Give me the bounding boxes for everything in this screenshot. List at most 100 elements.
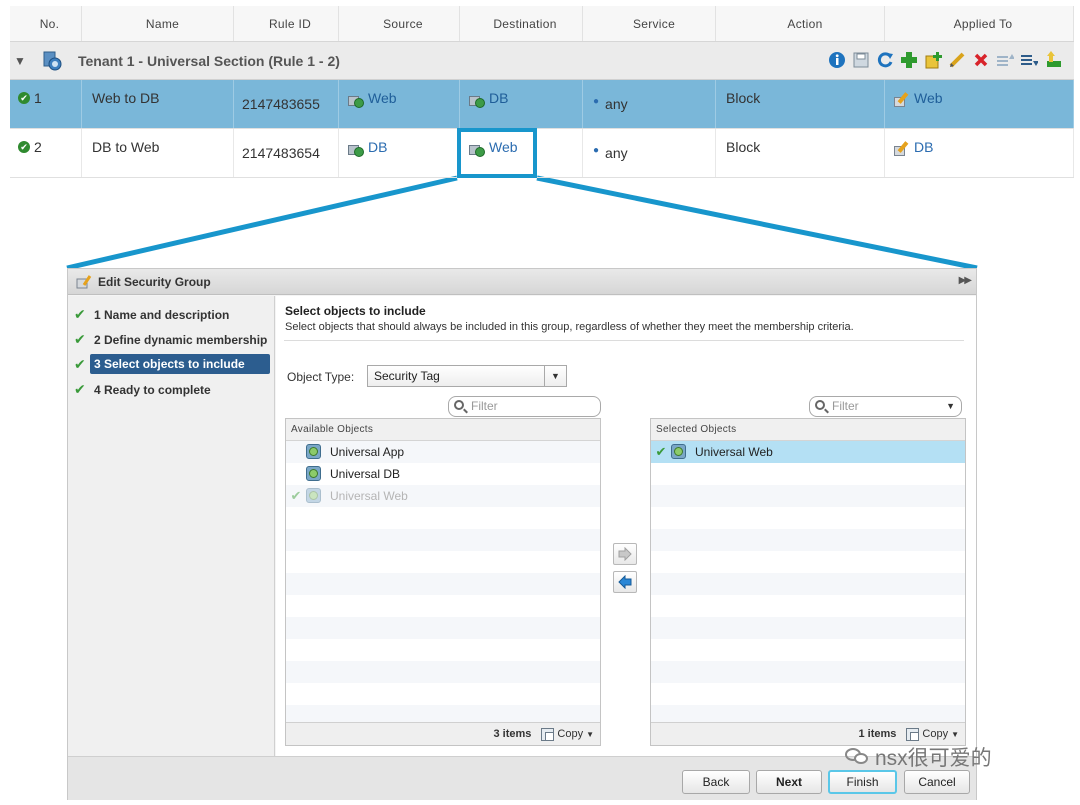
step-label: 1 Name and description (94, 307, 230, 322)
list-rows: ✔ Universal Web (651, 441, 965, 727)
publish-icon[interactable] (1044, 51, 1062, 69)
object-type-select[interactable]: Security Tag ▼ (367, 365, 567, 387)
move-down-icon[interactable] (1020, 51, 1038, 69)
row-no-text: 2 (34, 139, 42, 155)
check-icon: ✔ (74, 306, 86, 322)
copy-button[interactable]: Copy ▼ (906, 727, 959, 741)
bullet-icon: ● (593, 96, 600, 107)
step-name-description[interactable]: ✔ 1 Name and description (68, 302, 274, 327)
enabled-check-icon[interactable]: ✔ (18, 141, 30, 153)
section-title: Tenant 1 - Universal Section (Rule 1 - 2… (78, 52, 340, 69)
service-text: any (605, 145, 628, 161)
destination-link[interactable]: DB (489, 90, 508, 106)
security-group-icon (347, 92, 365, 108)
add-to-selected-button[interactable] (613, 543, 637, 565)
item-count: 1 items (858, 728, 897, 740)
watermark-text: nsx很可爱的 (875, 747, 992, 770)
row-source[interactable]: Web (339, 80, 460, 128)
row-rule-id: 2147483654 (234, 129, 339, 177)
arrow-left-icon (618, 575, 632, 589)
refresh-icon[interactable] (876, 51, 894, 69)
copy-icon (541, 727, 555, 741)
section-header[interactable]: ▼ Tenant 1 - Universal Section (Rule 1 -… (10, 42, 1074, 80)
arrow-right-icon (618, 547, 632, 561)
security-group-icon (347, 141, 365, 157)
row-name[interactable]: Web to DB (82, 80, 234, 128)
collapse-icon[interactable]: ▶▶ (959, 275, 972, 286)
available-filter-input[interactable]: Filter (448, 396, 601, 417)
header-destination[interactable]: Destination (460, 6, 583, 41)
back-button[interactable]: Back (682, 770, 750, 794)
search-icon (454, 400, 464, 410)
source-link[interactable]: Web (368, 90, 397, 106)
filter-placeholder: Filter (471, 399, 498, 413)
chevron-down-icon[interactable]: ▼ (544, 366, 566, 386)
wizard-footer: Back Next Finish Cancel (68, 756, 976, 800)
copy-button[interactable]: Copy ▼ (541, 727, 594, 741)
row-action[interactable]: Block (716, 80, 885, 128)
chevron-down-icon[interactable]: ▼ (946, 397, 955, 416)
security-group-icon (468, 92, 486, 108)
save-icon[interactable] (852, 51, 870, 69)
selected-filter-input[interactable]: Filter ▼ (809, 396, 962, 417)
row-no-text: 1 (34, 90, 42, 106)
list-rows: Universal App Universal DB ✔ Universal We… (286, 441, 600, 727)
list-item[interactable]: Universal DB (286, 463, 600, 485)
move-up-icon[interactable] (996, 51, 1014, 69)
cancel-button[interactable]: Cancel (904, 770, 970, 794)
collapse-triangle-icon[interactable]: ▼ (14, 54, 26, 68)
header-name[interactable]: Name (82, 6, 234, 41)
info-icon[interactable] (828, 51, 846, 69)
item-label: Universal Web (330, 489, 408, 503)
list-item[interactable]: ✔ Universal Web (651, 441, 965, 463)
edit-group-icon (76, 274, 92, 289)
edit-icon[interactable] (948, 51, 966, 69)
remove-from-selected-button[interactable] (613, 571, 637, 593)
row-applied-to[interactable]: DB (885, 129, 1074, 177)
row-applied-to[interactable]: Web (885, 80, 1074, 128)
source-link[interactable]: DB (368, 139, 387, 155)
row-service[interactable]: ● any (583, 129, 716, 177)
item-label: Universal Web (695, 445, 773, 459)
row-name[interactable]: DB to Web (82, 129, 234, 177)
firewall-rules-table: No. Name Rule ID Source Destination Serv… (10, 6, 1074, 178)
table-row[interactable]: ✔ 2 DB to Web 2147483654 DB Web ● any Bloc… (10, 129, 1074, 178)
row-destination[interactable]: DB (460, 80, 583, 128)
search-icon (815, 400, 825, 410)
enabled-check-icon[interactable]: ✔ (18, 92, 30, 104)
add-section-icon[interactable] (924, 51, 942, 69)
header-applied-to[interactable]: Applied To (885, 6, 1074, 41)
row-source[interactable]: DB (339, 129, 460, 177)
header-source[interactable]: Source (339, 6, 460, 41)
table-row[interactable]: ✔ 1 Web to DB 2147483655 Web DB ● any Bloc… (10, 80, 1074, 129)
edit-security-group-wizard: Edit Security Group ▶▶ ✔ 1 Name and descr… (67, 268, 977, 800)
add-icon[interactable] (900, 51, 918, 69)
selected-objects-header: Selected Objects (651, 419, 965, 441)
service-text: any (605, 96, 628, 112)
row-service[interactable]: ● any (583, 80, 716, 128)
step-label: 4 Ready to complete (94, 382, 211, 397)
header-service[interactable]: Service (583, 6, 716, 41)
header-no[interactable]: No. (10, 6, 82, 41)
list-item[interactable]: Universal App (286, 441, 600, 463)
step-ready-to-complete[interactable]: ✔ 4 Ready to complete (68, 377, 274, 402)
applied-to-link[interactable]: Web (914, 90, 943, 106)
header-action[interactable]: Action (716, 6, 885, 41)
check-icon: ✔ (74, 381, 86, 397)
step-label: 2 Define dynamic membership (94, 332, 268, 347)
next-button[interactable]: Next (756, 770, 822, 794)
applied-to-link[interactable]: DB (914, 139, 933, 155)
copy-icon (906, 727, 920, 741)
delete-icon[interactable] (972, 51, 990, 69)
bullet-icon: ● (593, 145, 600, 156)
content-subtitle: Select objects that should always be inc… (285, 321, 854, 333)
step-select-objects[interactable]: 3 Select objects to include (90, 354, 270, 374)
screenshot-root: No. Name Rule ID Source Destination Serv… (0, 0, 1080, 805)
security-tag-icon (306, 488, 322, 504)
row-action[interactable]: Block (716, 129, 885, 177)
header-rule-id[interactable]: Rule ID (234, 6, 339, 41)
step-dynamic-membership[interactable]: ✔ 2 Define dynamic membership (68, 327, 274, 352)
finish-button[interactable]: Finish (828, 770, 897, 794)
row-no: ✔ 2 (10, 129, 82, 177)
list-item[interactable]: ✔ Universal Web (286, 485, 600, 507)
